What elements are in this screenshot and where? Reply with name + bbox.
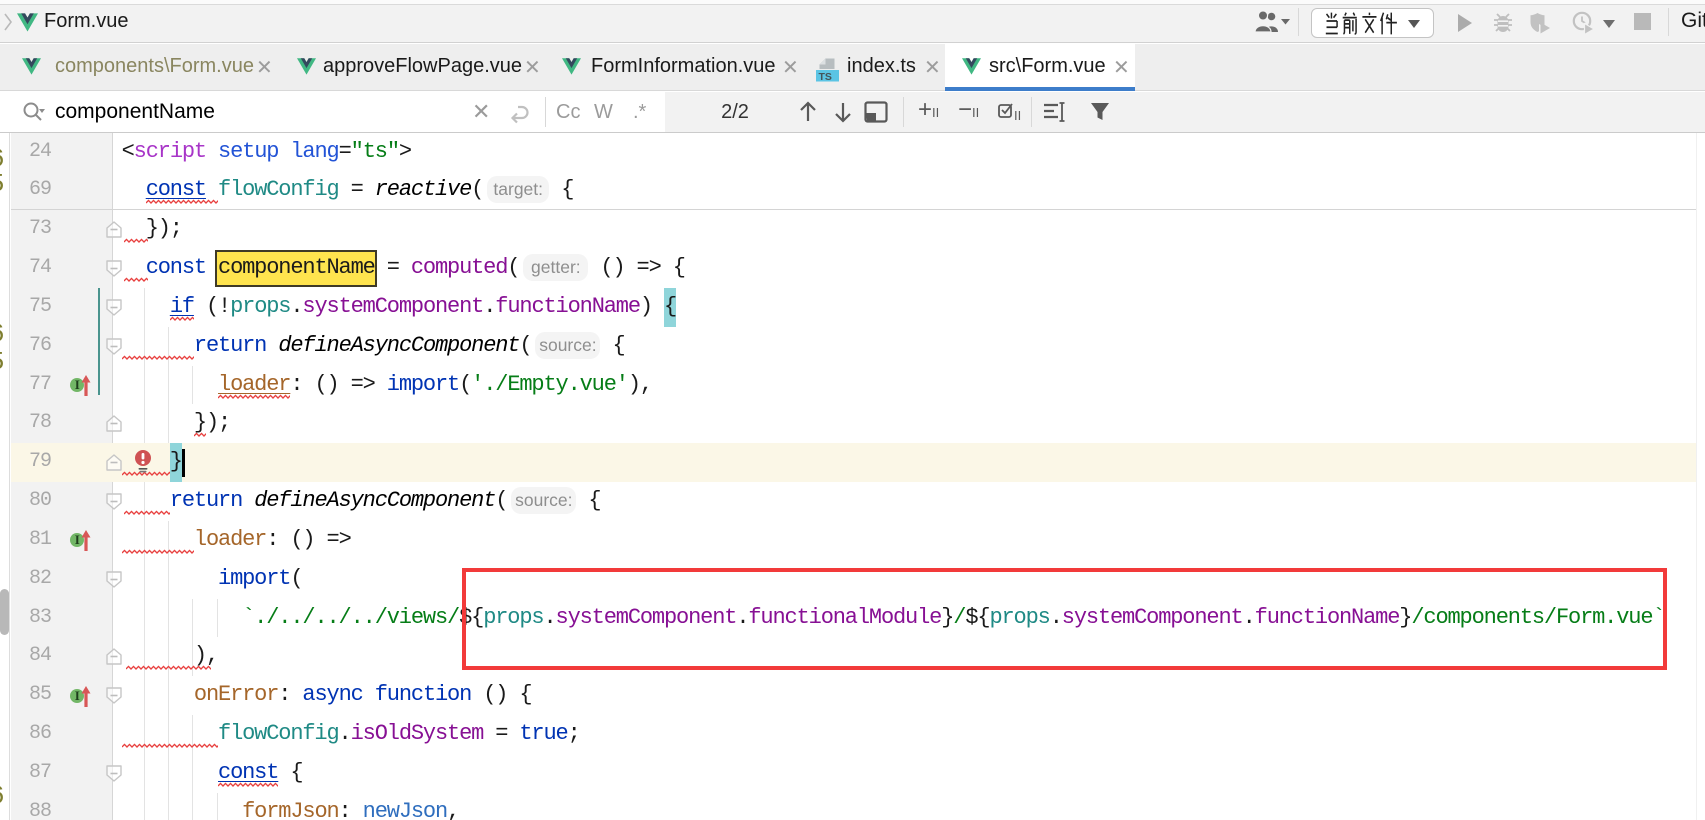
svg-text:TS: TS bbox=[819, 71, 832, 82]
